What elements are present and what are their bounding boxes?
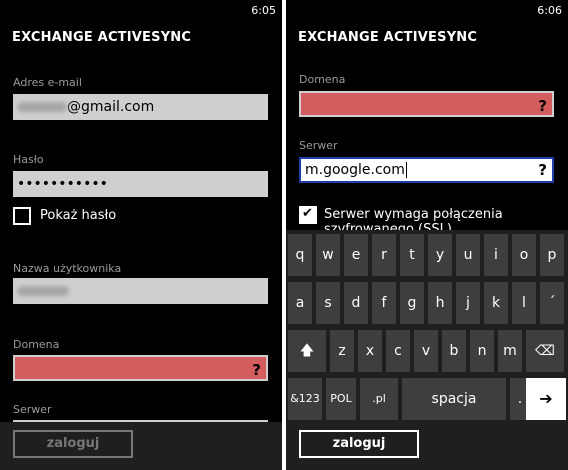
show-password-label: Pokaż hasło: [40, 208, 117, 223]
domain-label: Domena: [13, 338, 60, 351]
key-n[interactable]: n: [470, 330, 494, 372]
right-screen: 6:06 EXCHANGE ACTIVESYNC Domena ? Serwer…: [286, 0, 568, 470]
ssl-label: Serwer wymaga połączenia: [324, 207, 503, 222]
left-screen: 6:05 EXCHANGE ACTIVESYNC Adres e-mail @g…: [0, 0, 282, 470]
domain-label: Domena: [299, 73, 346, 86]
key-y[interactable]: y: [428, 234, 452, 276]
page-title: EXCHANGE ACTIVESYNC: [298, 30, 478, 45]
key-c[interactable]: c: [386, 330, 410, 372]
key-w[interactable]: w: [316, 234, 340, 276]
text-caret: [405, 162, 407, 178]
username-label: Nazwa użytkownika: [13, 262, 122, 275]
email-label: Adres e-mail: [13, 76, 82, 89]
space-key[interactable]: spacja: [402, 378, 506, 420]
question-icon[interactable]: ?: [538, 159, 547, 181]
key-o[interactable]: o: [512, 234, 536, 276]
page-title: EXCHANGE ACTIVESYNC: [12, 30, 192, 45]
server-label: Serwer: [13, 403, 52, 416]
key-z[interactable]: z: [330, 330, 354, 372]
password-field[interactable]: •••••••••••: [13, 171, 268, 197]
symbols-key[interactable]: &123: [288, 378, 322, 420]
key-f[interactable]: f: [372, 282, 396, 324]
key-t[interactable]: t: [400, 234, 424, 276]
redacted-text: [17, 286, 69, 296]
ssl-checkbox[interactable]: [299, 206, 317, 224]
email-suffix: @gmail.com: [67, 99, 155, 115]
key-v[interactable]: v: [414, 330, 438, 372]
backspace-key[interactable]: ⌫: [526, 330, 564, 372]
language-key[interactable]: POL: [326, 378, 356, 420]
server-field[interactable]: m.google.com ?: [299, 157, 554, 183]
status-clock: 6:06: [537, 4, 562, 17]
key-acute[interactable]: ´: [540, 282, 564, 324]
key-r[interactable]: r: [372, 234, 396, 276]
question-icon[interactable]: ?: [538, 93, 547, 119]
app-bar: zaloguj: [0, 422, 282, 470]
key-b[interactable]: b: [442, 330, 466, 372]
password-label: Hasło: [13, 153, 44, 166]
enter-key[interactable]: ➔: [526, 378, 566, 420]
email-field[interactable]: @gmail.com: [13, 94, 268, 120]
key-g[interactable]: g: [400, 282, 424, 324]
key-d[interactable]: d: [344, 282, 368, 324]
key-m[interactable]: m: [498, 330, 522, 372]
key-k[interactable]: k: [484, 282, 508, 324]
on-screen-keyboard: q w e r t y u i o p a s d f g h j k l ´ …: [286, 230, 568, 422]
app-bar: zaloguj: [286, 422, 568, 470]
domain-field[interactable]: ?: [299, 91, 554, 117]
key-x[interactable]: x: [358, 330, 382, 372]
login-button[interactable]: zaloguj: [13, 430, 133, 458]
question-icon[interactable]: ?: [252, 357, 261, 383]
key-j[interactable]: j: [456, 282, 480, 324]
key-l[interactable]: l: [512, 282, 536, 324]
show-password-checkbox[interactable]: [13, 207, 31, 225]
ssl-label-cut: szyfrowanego (SSL): [324, 223, 452, 230]
key-a[interactable]: a: [288, 282, 312, 324]
login-button[interactable]: zaloguj: [299, 430, 419, 458]
domain-field[interactable]: ?: [13, 355, 268, 381]
username-field[interactable]: [13, 278, 268, 304]
key-s[interactable]: s: [316, 282, 340, 324]
key-h[interactable]: h: [428, 282, 452, 324]
redacted-text: [17, 102, 67, 112]
key-e[interactable]: e: [344, 234, 368, 276]
key-i[interactable]: i: [484, 234, 508, 276]
key-q[interactable]: q: [288, 234, 312, 276]
server-label: Serwer: [299, 139, 338, 152]
key-p[interactable]: p: [540, 234, 564, 276]
key-u[interactable]: u: [456, 234, 480, 276]
status-clock: 6:05: [251, 4, 276, 17]
domain-key[interactable]: .pl: [360, 378, 398, 420]
server-value: m.google.com: [305, 162, 405, 178]
shift-key[interactable]: 🡅: [288, 330, 326, 372]
password-value: •••••••••••: [17, 176, 108, 192]
